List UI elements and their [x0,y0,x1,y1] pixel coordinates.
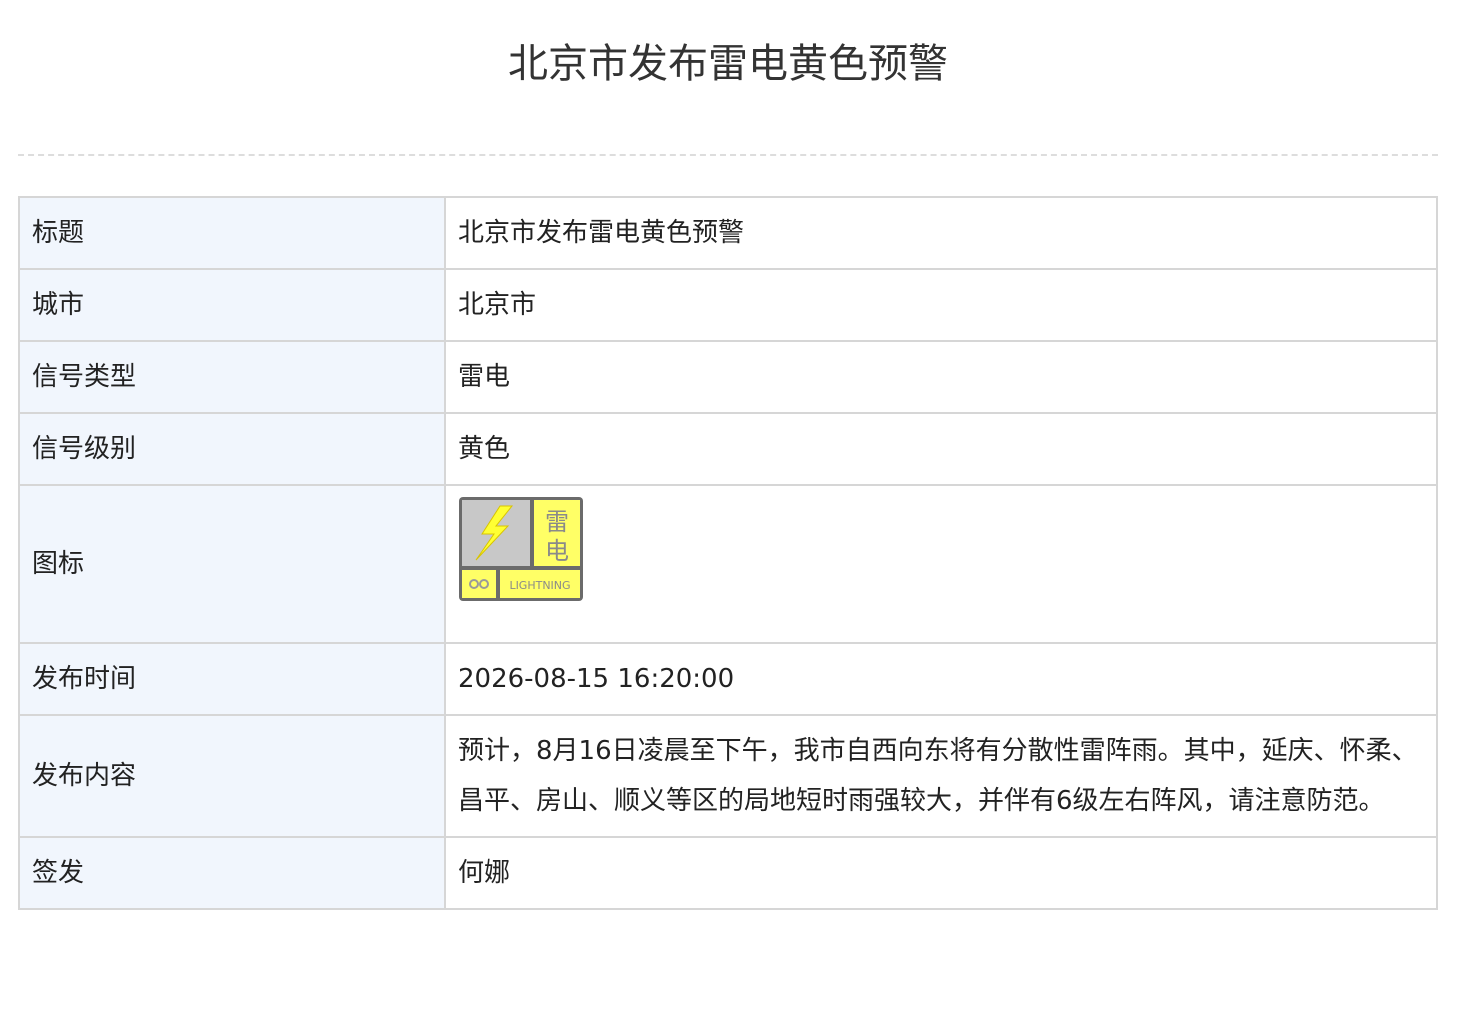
table-row-issuer: 签发 何娜 [18,836,1438,910]
table-row-content: 发布内容 预计，8月16日凌晨至下午，我市自西向东将有分散性雷阵雨。其中，延庆、… [18,714,1438,838]
row-value-signal-level: 黄色 [444,412,1438,486]
row-value-icon: 雷 电 LIGHTNING [444,484,1438,644]
title-divider [18,154,1438,156]
row-label-signal-level: 信号级别 [18,412,446,486]
row-value-content: 预计，8月16日凌晨至下午，我市自西向东将有分散性雷阵雨。其中，延庆、怀柔、昌平… [444,714,1438,838]
row-label-publish-time: 发布时间 [18,642,446,716]
table-row-signal-level: 信号级别 黄色 [18,412,1438,486]
row-value-signal-type: 雷电 [444,340,1438,414]
row-label-city: 城市 [18,268,446,342]
row-value-issuer: 何娜 [444,836,1438,910]
table-row-signal-type: 信号类型 雷电 [18,340,1438,414]
page-title: 北京市发布雷电黄色预警 [508,41,948,87]
lightning-yellow-warning-icon: 雷 电 LIGHTNING [459,497,583,601]
table-row-icon: 图标 雷 电 LIGHTNING [18,484,1438,644]
row-label-title: 标题 [18,196,446,270]
row-label-icon: 图标 [18,484,446,644]
table-row-publish-time: 发布时间 2026-08-15 16:20:00 [18,642,1438,716]
table-row-title: 标题 北京市发布雷电黄色预警 [18,196,1438,270]
row-label-content: 发布内容 [18,714,446,838]
warning-info-table: 标题 北京市发布雷电黄色预警 城市 北京市 信号类型 雷电 信号级别 黄色 图标… [18,196,1438,910]
icon-caption: LIGHTNING [509,579,570,592]
row-label-issuer: 签发 [18,836,446,910]
row-value-city: 北京市 [444,268,1438,342]
row-value-publish-time: 2026-08-15 16:20:00 [444,642,1438,716]
icon-char-top: 雷 [545,508,569,536]
row-label-signal-type: 信号类型 [18,340,446,414]
table-row-city: 城市 北京市 [18,268,1438,342]
icon-char-bottom: 电 [545,537,569,565]
row-value-title: 北京市发布雷电黄色预警 [444,196,1438,270]
